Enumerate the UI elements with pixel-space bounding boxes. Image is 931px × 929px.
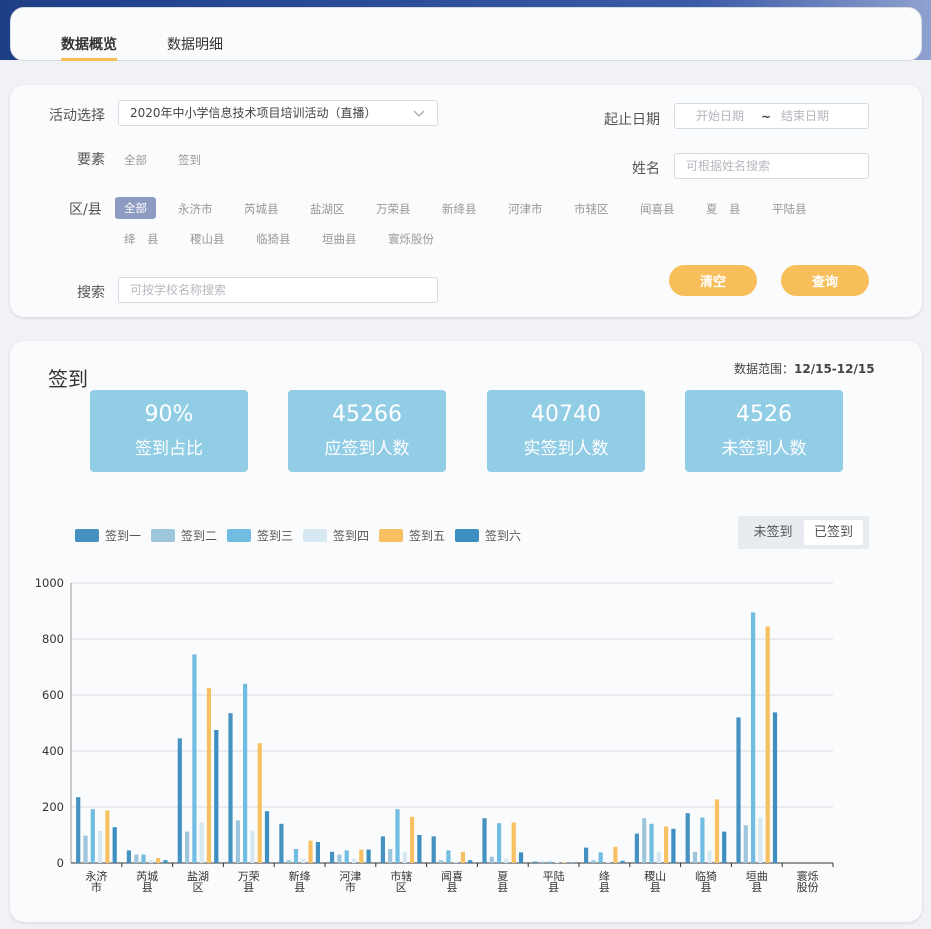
data-range: 数据范围：12/15-12/15 — [734, 360, 875, 377]
chevron-down-icon — [413, 110, 425, 117]
legend-item[interactable]: 签到四 — [303, 527, 369, 544]
region-option[interactable]: 河津市 — [508, 201, 543, 217]
legend-label: 签到三 — [257, 529, 294, 543]
region-option[interactable]: 盐湖区 — [310, 201, 345, 217]
region-option[interactable]: 寰烁股份 — [388, 231, 434, 247]
name-search-field[interactable] — [674, 153, 869, 179]
date-range-picker[interactable]: 开始日期 ~ 结束日期 — [674, 103, 869, 129]
legend-swatch — [227, 529, 251, 542]
clear-button[interactable]: 清空 — [669, 265, 757, 296]
activity-select[interactable]: 2020年中小学信息技术项目培训活动（直播） — [118, 100, 438, 126]
stat-label: 签到占比 — [135, 439, 203, 459]
tab-bar: 数据概览 数据明细 — [10, 7, 922, 61]
toggle-signed[interactable]: 已签到 — [804, 520, 863, 545]
region-label: 区/县 — [69, 202, 102, 218]
stat-card-ratio: 90% 签到占比 — [90, 390, 248, 472]
legend-item[interactable]: 签到六 — [455, 527, 521, 544]
legend-item[interactable]: 签到五 — [379, 527, 445, 544]
toggle-not-signed[interactable]: 未签到 — [744, 520, 802, 545]
legend-label: 签到五 — [409, 529, 446, 543]
tab-details[interactable]: 数据明细 — [167, 34, 223, 54]
region-option[interactable]: 稷山县 — [190, 231, 225, 247]
stat-card-expected: 45266 应签到人数 — [288, 390, 446, 472]
legend-swatch — [151, 529, 175, 542]
element-option-signin[interactable]: 签到 — [178, 152, 201, 168]
stat-value: 45266 — [332, 402, 402, 427]
region-option[interactable]: 新绛县 — [442, 201, 477, 217]
date-start-input[interactable]: 开始日期 — [696, 104, 744, 128]
stat-label: 实签到人数 — [523, 439, 609, 459]
legend-swatch — [455, 529, 479, 542]
search-label: 搜索 — [77, 285, 105, 301]
signin-toggle: 未签到 已签到 — [738, 516, 869, 549]
activity-label: 活动选择 — [49, 108, 105, 124]
stat-value: 90% — [144, 402, 194, 427]
region-option[interactable]: 市辖区 — [574, 201, 609, 217]
element-option-all[interactable]: 全部 — [124, 152, 147, 168]
signin-panel: 签到 数据范围：12/15-12/15 90% 签到占比 45266 应签到人数… — [10, 341, 922, 922]
legend-label: 签到四 — [333, 529, 370, 543]
data-range-label: 数据范围： — [734, 362, 795, 376]
region-option[interactable]: 夏 县 — [706, 201, 741, 217]
date-end-input[interactable]: 结束日期 — [781, 104, 829, 128]
legend-item[interactable]: 签到三 — [227, 527, 293, 544]
legend-label: 签到二 — [181, 529, 218, 543]
legend-swatch — [379, 529, 403, 542]
stat-card-actual: 40740 实签到人数 — [487, 390, 645, 472]
region-option[interactable]: 闻喜县 — [640, 201, 675, 217]
legend-label: 签到六 — [485, 529, 522, 543]
filter-panel: 活动选择 2020年中小学信息技术项目培训活动（直播） 起止日期 开始日期 ~ … — [10, 85, 922, 317]
stat-card-absent: 4526 未签到人数 — [685, 390, 843, 472]
region-option[interactable]: 芮城县 — [244, 201, 279, 217]
stat-value: 4526 — [736, 402, 792, 427]
data-range-value: 12/15-12/15 — [794, 362, 875, 376]
school-search-field[interactable] — [118, 277, 438, 303]
date-separator: ~ — [761, 110, 772, 124]
element-label: 要素 — [77, 152, 105, 168]
region-option[interactable]: 永济市 — [178, 201, 213, 217]
name-search-input[interactable] — [686, 155, 850, 177]
stat-label: 应签到人数 — [324, 439, 410, 459]
legend-item[interactable]: 签到一 — [75, 527, 141, 544]
school-search-input[interactable] — [130, 279, 407, 301]
region-option[interactable]: 临猗县 — [256, 231, 291, 247]
region-option[interactable]: 绛 县 — [124, 231, 159, 247]
region-option[interactable]: 万荣县 — [376, 201, 411, 217]
stat-value: 40740 — [531, 402, 601, 427]
legend-item[interactable]: 签到二 — [151, 527, 217, 544]
name-label: 姓名 — [632, 161, 660, 177]
query-button[interactable]: 查询 — [781, 265, 869, 296]
date-range-label: 起止日期 — [604, 112, 660, 128]
section-title: 签到 — [48, 367, 88, 391]
legend-swatch — [75, 529, 99, 542]
region-option-all[interactable]: 全部 — [115, 197, 156, 219]
legend-swatch — [303, 529, 327, 542]
activity-select-value: 2020年中小学信息技术项目培训活动（直播） — [130, 106, 377, 120]
legend-label: 签到一 — [105, 529, 142, 543]
region-option[interactable]: 平陆县 — [772, 201, 807, 217]
region-option[interactable]: 垣曲县 — [322, 231, 357, 247]
stat-label: 未签到人数 — [721, 439, 807, 459]
tab-overview[interactable]: 数据概览 — [61, 34, 117, 61]
